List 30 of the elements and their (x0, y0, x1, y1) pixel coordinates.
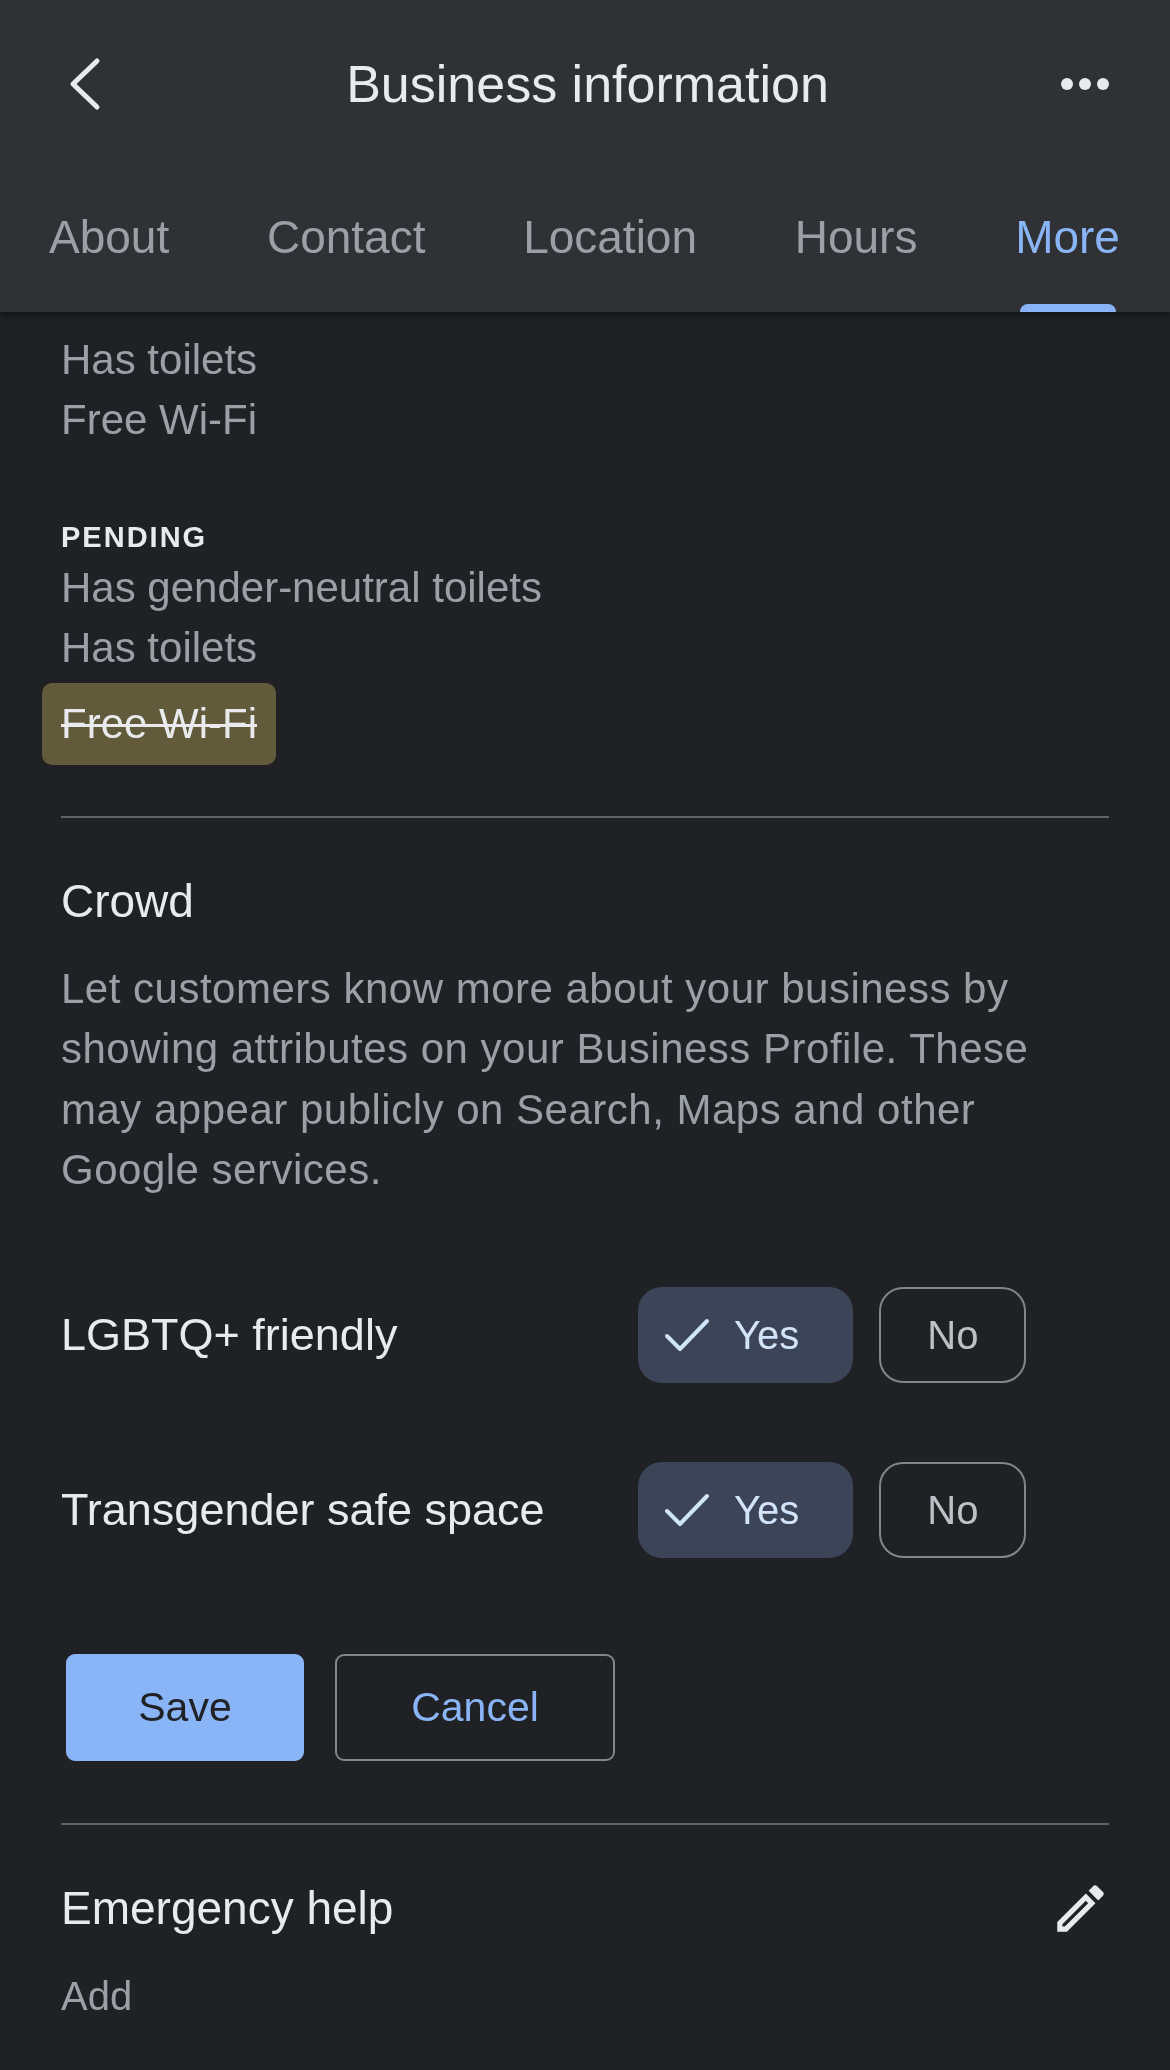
removed-attribute: Free Wi-Fi (42, 683, 276, 765)
pending-attribute: Has gender-neutral toilets (61, 563, 542, 613)
attribute-label: Transgender safe space (61, 1483, 546, 1538)
emergency-help-value: Add (61, 1973, 133, 2021)
tab[interactable]: About (49, 168, 170, 312)
choice-chip[interactable]: No (879, 1462, 1027, 1559)
save-button[interactable]: Save (66, 1654, 304, 1762)
tab[interactable]: Location (523, 168, 698, 312)
choice-chip[interactable]: Yes (638, 1462, 854, 1559)
tab[interactable]: More (1015, 168, 1120, 312)
pending-attribute: Has toilets (61, 623, 258, 673)
tab[interactable]: Hours (794, 168, 918, 312)
section-description: Let customers know more about your business by showing attributes on your Business Profile. These may appear publicly on Search, Maps and other Google services. (61, 964, 1030, 1195)
choice-chip[interactable]: No (879, 1287, 1027, 1384)
edit-icon (1057, 1884, 1104, 1932)
cancel-button[interactable]: Cancel (335, 1654, 615, 1762)
section-title: Emergency help (61, 1881, 394, 1937)
edit-button[interactable] (1057, 1884, 1104, 1932)
more-options-icon (1061, 78, 1109, 90)
attribute-value: Has toilets (61, 335, 258, 385)
attribute-label: LGBTQ+ friendly (61, 1308, 399, 1363)
choice-chip[interactable]: Yes (638, 1287, 854, 1384)
attribute-value: Free Wi-Fi (61, 395, 257, 445)
tab[interactable]: Contact (266, 168, 426, 312)
check-icon (664, 1493, 710, 1528)
check-icon (664, 1318, 710, 1353)
page-title: Business information (346, 54, 829, 115)
section-title: Crowd (61, 874, 194, 929)
more-options-button[interactable] (1061, 78, 1109, 90)
pending-heading: PENDING (61, 520, 208, 555)
